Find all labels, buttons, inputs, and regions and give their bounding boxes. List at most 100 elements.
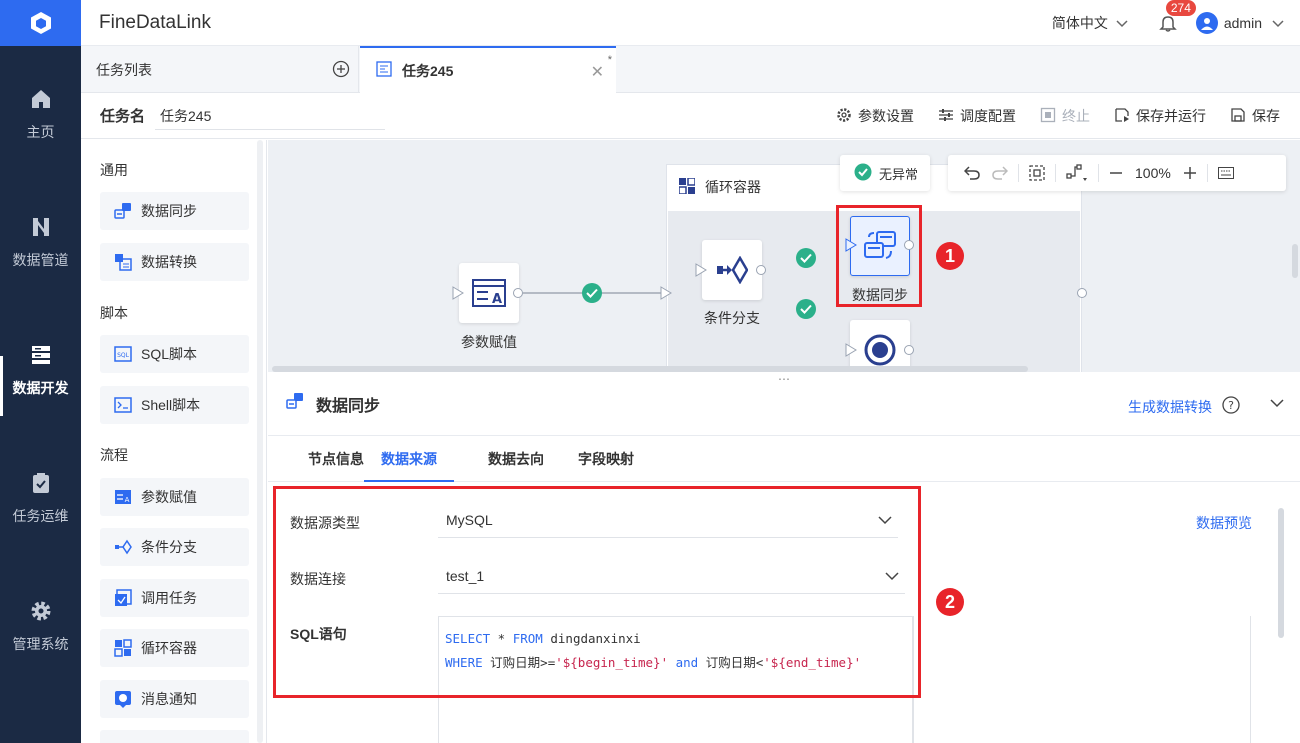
component-label: 消息通知	[141, 691, 197, 707]
message-target-icon	[864, 334, 896, 366]
group-title: 通用	[100, 162, 128, 178]
tab-task-245[interactable]: 任务245 ✕ *	[360, 46, 616, 93]
component-message-notify[interactable]: 消息通知	[100, 680, 249, 718]
language-label: 简体中文	[1051, 15, 1108, 31]
schedule-label: 调度配置	[960, 108, 1016, 124]
svg-text:A: A	[125, 496, 130, 504]
svg-text:SQL: SQL	[117, 352, 130, 359]
component-condition-branch[interactable]: 条件分支	[100, 528, 249, 566]
help-icon[interactable]: ?	[1222, 396, 1240, 417]
component-shell-script[interactable]: Shell脚本	[100, 386, 249, 424]
user-menu[interactable]: admin	[1195, 12, 1284, 34]
component-data-sync[interactable]: 数据同步	[100, 192, 249, 230]
canvas-toolbar: 100%	[948, 155, 1286, 191]
fit-view-icon	[1029, 165, 1045, 181]
toolbar-divider	[1055, 164, 1056, 182]
component-param-assign[interactable]: A 参数赋值	[100, 478, 249, 516]
svg-text:?: ?	[1228, 399, 1234, 412]
component-sql-script[interactable]: SQL SQL脚本	[100, 335, 249, 373]
brand-name: FineDataLink	[99, 11, 211, 33]
undo-button[interactable]	[964, 166, 980, 180]
redo-button[interactable]	[992, 166, 1008, 180]
nav-item-system[interactable]: 管理系统	[0, 598, 81, 698]
task-header: 任务名 任务245 参数设置 调度配置 终止 保存并运行 保存	[81, 93, 1300, 139]
nav-item-ops[interactable]: 任务运维	[0, 470, 81, 570]
component-more[interactable]	[100, 730, 249, 743]
layout-button[interactable]	[1066, 164, 1088, 182]
data-sync-icon	[114, 202, 132, 220]
node-condition-branch[interactable]	[702, 240, 762, 300]
keyboard-icon	[1217, 167, 1234, 179]
nav-item-home[interactable]: 主页	[0, 86, 81, 186]
bell-icon	[1159, 16, 1177, 32]
data-transform-icon	[114, 253, 132, 271]
component-loop-container[interactable]: 循环容器	[100, 629, 249, 667]
add-tab-button[interactable]	[332, 60, 350, 81]
nav-label: 数据开发	[12, 380, 69, 396]
node-label: 参数赋值	[461, 334, 517, 350]
detail-title: 数据同步	[316, 397, 381, 415]
component-data-transform[interactable]: 数据转换	[100, 243, 249, 281]
save-button[interactable]: 保存	[1230, 106, 1280, 126]
language-selector[interactable]: 简体中文	[1052, 13, 1128, 33]
nav-item-pipeline[interactable]: 数据管道	[0, 214, 81, 314]
notification-button[interactable]: 274	[1158, 0, 1196, 33]
user-name: admin	[1223, 15, 1262, 31]
component-label: 调用任务	[141, 590, 197, 606]
callout-marker-1: 1	[936, 242, 964, 270]
highlight-box-2	[273, 486, 921, 698]
input-arrow-icon	[452, 286, 464, 300]
tab-task-list[interactable]: 任务列表	[81, 46, 359, 93]
tab-label: 任务列表	[96, 61, 152, 78]
collapse-button[interactable]	[1270, 396, 1284, 411]
output-port[interactable]	[904, 345, 914, 355]
task-name-input[interactable]: 任务245	[155, 102, 386, 130]
terminal-icon	[114, 396, 132, 414]
loop-container-icon	[678, 176, 696, 197]
output-port[interactable]	[513, 288, 523, 298]
close-tab-button[interactable]: ✕	[591, 62, 604, 82]
tab-field-mapping[interactable]: 字段映射	[578, 436, 634, 482]
zoom-in-button[interactable]	[1183, 166, 1197, 180]
data-preview-link[interactable]: 数据预览	[1196, 513, 1252, 533]
flow-canvas[interactable]: A 参数赋值 循环容器 条件分支 数据同步 1 无异常 100%	[268, 140, 1300, 372]
params-button[interactable]: 参数设置	[836, 106, 914, 126]
check-circle-icon	[854, 163, 872, 184]
nav-item-data-dev[interactable]: 数据开发	[0, 342, 81, 442]
tab-label: 任务245	[402, 62, 454, 79]
detail-scrollbar[interactable]	[1278, 508, 1284, 638]
component-label: 参数赋值	[141, 489, 197, 505]
component-call-task[interactable]: 调用任务	[100, 579, 249, 617]
save-run-button[interactable]: 保存并运行	[1114, 106, 1206, 126]
home-icon	[28, 86, 54, 112]
component-label: 数据同步	[141, 203, 197, 219]
tab-data-target[interactable]: 数据去向	[488, 436, 544, 482]
detail-tabs: 节点信息 数据来源 数据去向 字段映射	[268, 436, 1300, 482]
tab-node-info[interactable]: 节点信息	[308, 436, 364, 482]
component-label: SQL脚本	[141, 346, 198, 362]
fit-view-button[interactable]	[1029, 165, 1045, 181]
component-label: 循环容器	[141, 640, 197, 656]
zoom-out-button[interactable]	[1109, 166, 1123, 180]
group-title: 流程	[100, 447, 128, 463]
sql-editor-extension	[913, 616, 1251, 743]
minimap-button[interactable]	[1217, 167, 1234, 179]
container-output-port[interactable]	[1077, 288, 1087, 298]
stop-label: 终止	[1062, 108, 1090, 124]
panel-scrollbar[interactable]	[257, 140, 263, 743]
clipboard-check-icon	[28, 470, 54, 496]
node-message-notify[interactable]	[850, 320, 910, 372]
sliders-icon	[938, 107, 954, 126]
canvas-vertical-scrollbar[interactable]	[1292, 244, 1298, 278]
component-label: Shell脚本	[141, 397, 201, 413]
status-badge: 无异常	[840, 155, 930, 191]
output-port[interactable]	[756, 265, 766, 275]
save-icon	[1230, 107, 1246, 126]
tab-data-source[interactable]: 数据来源	[364, 436, 454, 482]
node-param-assign[interactable]: A	[459, 263, 519, 323]
app-logo[interactable]	[0, 0, 81, 46]
generate-transform-link[interactable]: 生成数据转换	[1128, 397, 1212, 417]
stop-button[interactable]: 终止	[1040, 106, 1090, 126]
schedule-button[interactable]: 调度配置	[938, 106, 1016, 126]
highlight-box-1	[836, 205, 922, 307]
